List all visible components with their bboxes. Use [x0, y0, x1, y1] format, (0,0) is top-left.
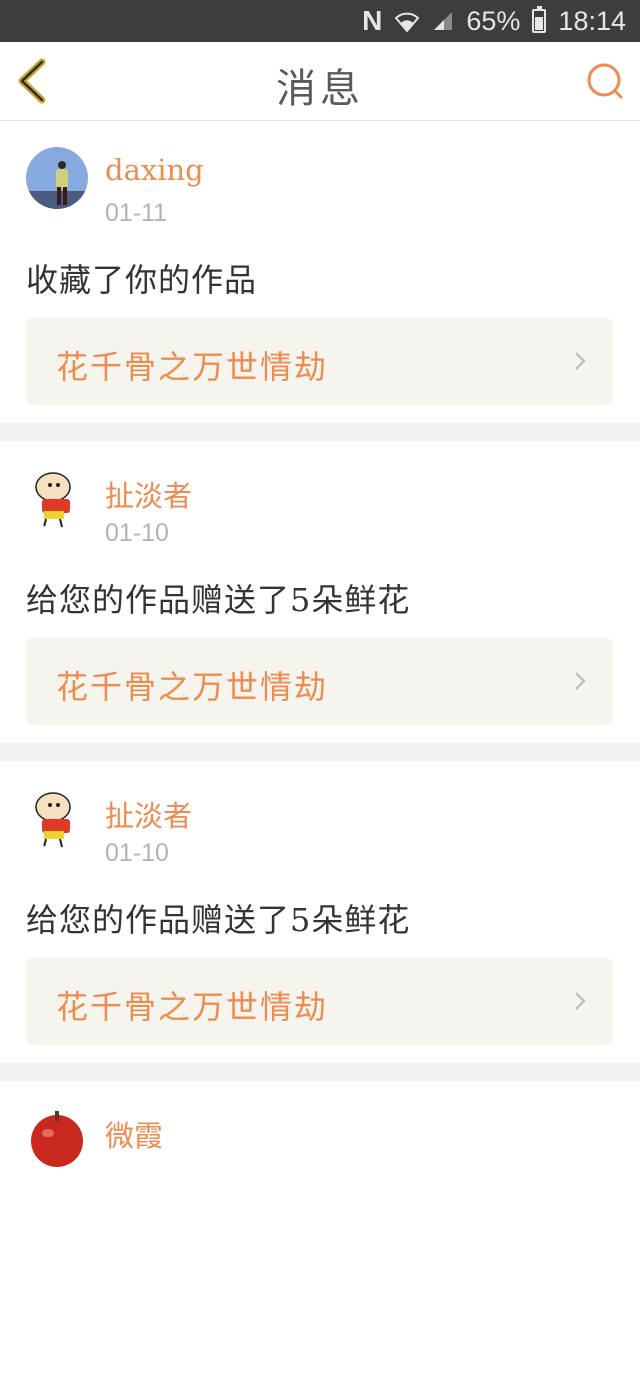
cartoon-avatar-image: [26, 787, 88, 849]
username[interactable]: 扯淡者: [105, 793, 192, 835]
search-button[interactable]: [586, 62, 626, 102]
n-notification-icon: N: [362, 5, 383, 36]
message-card: 扯淡者 01-10 给您的作品赠送了5朵鲜花 花千骨之万世情劫: [0, 761, 640, 1063]
avatar[interactable]: [26, 787, 88, 849]
work-link[interactable]: 花千骨之万世情劫: [26, 638, 613, 725]
message-date: 01-10: [105, 519, 169, 547]
cartoon-avatar-image: [26, 467, 88, 529]
app-header: 消息: [0, 42, 640, 121]
username[interactable]: 扯淡者: [105, 473, 192, 515]
signal-icon: [434, 12, 453, 30]
chevron-right-icon: [575, 352, 586, 370]
message-card: 微霞: [0, 1081, 640, 1383]
search-icon: [587, 63, 623, 99]
avatar[interactable]: [26, 1107, 88, 1169]
username[interactable]: daxing: [105, 153, 204, 187]
message-text: 收藏了你的作品: [26, 261, 258, 299]
work-link[interactable]: 花千骨之万世情劫: [26, 318, 613, 405]
photo-avatar-image: [26, 147, 88, 209]
message-card: daxing 01-11 收藏了你的作品 花千骨之万世情劫: [0, 121, 640, 423]
message-date: 01-10: [105, 839, 169, 867]
avatar[interactable]: [26, 147, 88, 209]
chevron-right-icon: [575, 672, 586, 690]
work-link[interactable]: 花千骨之万世情劫: [26, 958, 613, 1045]
username[interactable]: 微霞: [105, 1113, 163, 1155]
work-title: 花千骨之万世情劫: [56, 668, 329, 706]
avatar[interactable]: [26, 467, 88, 529]
battery-icon: [532, 6, 547, 33]
battery-percent: 65%: [466, 5, 521, 36]
message-card: 扯淡者 01-10 给您的作品赠送了5朵鲜花 花千骨之万世情劫: [0, 441, 640, 743]
page-title: 消息: [276, 66, 364, 112]
wifi-icon: [395, 12, 420, 33]
chevron-right-icon: [575, 992, 586, 1010]
message-text: 给您的作品赠送了5朵鲜花: [26, 581, 411, 619]
work-title: 花千骨之万世情劫: [56, 348, 329, 386]
message-date: 01-11: [105, 199, 168, 227]
work-title: 花千骨之万世情劫: [56, 988, 329, 1026]
message-text: 给您的作品赠送了5朵鲜花: [26, 901, 411, 939]
clock: 18:14: [558, 5, 626, 36]
status-bar: N 65% 18:14: [0, 0, 640, 42]
apple-avatar-image: [26, 1107, 88, 1169]
